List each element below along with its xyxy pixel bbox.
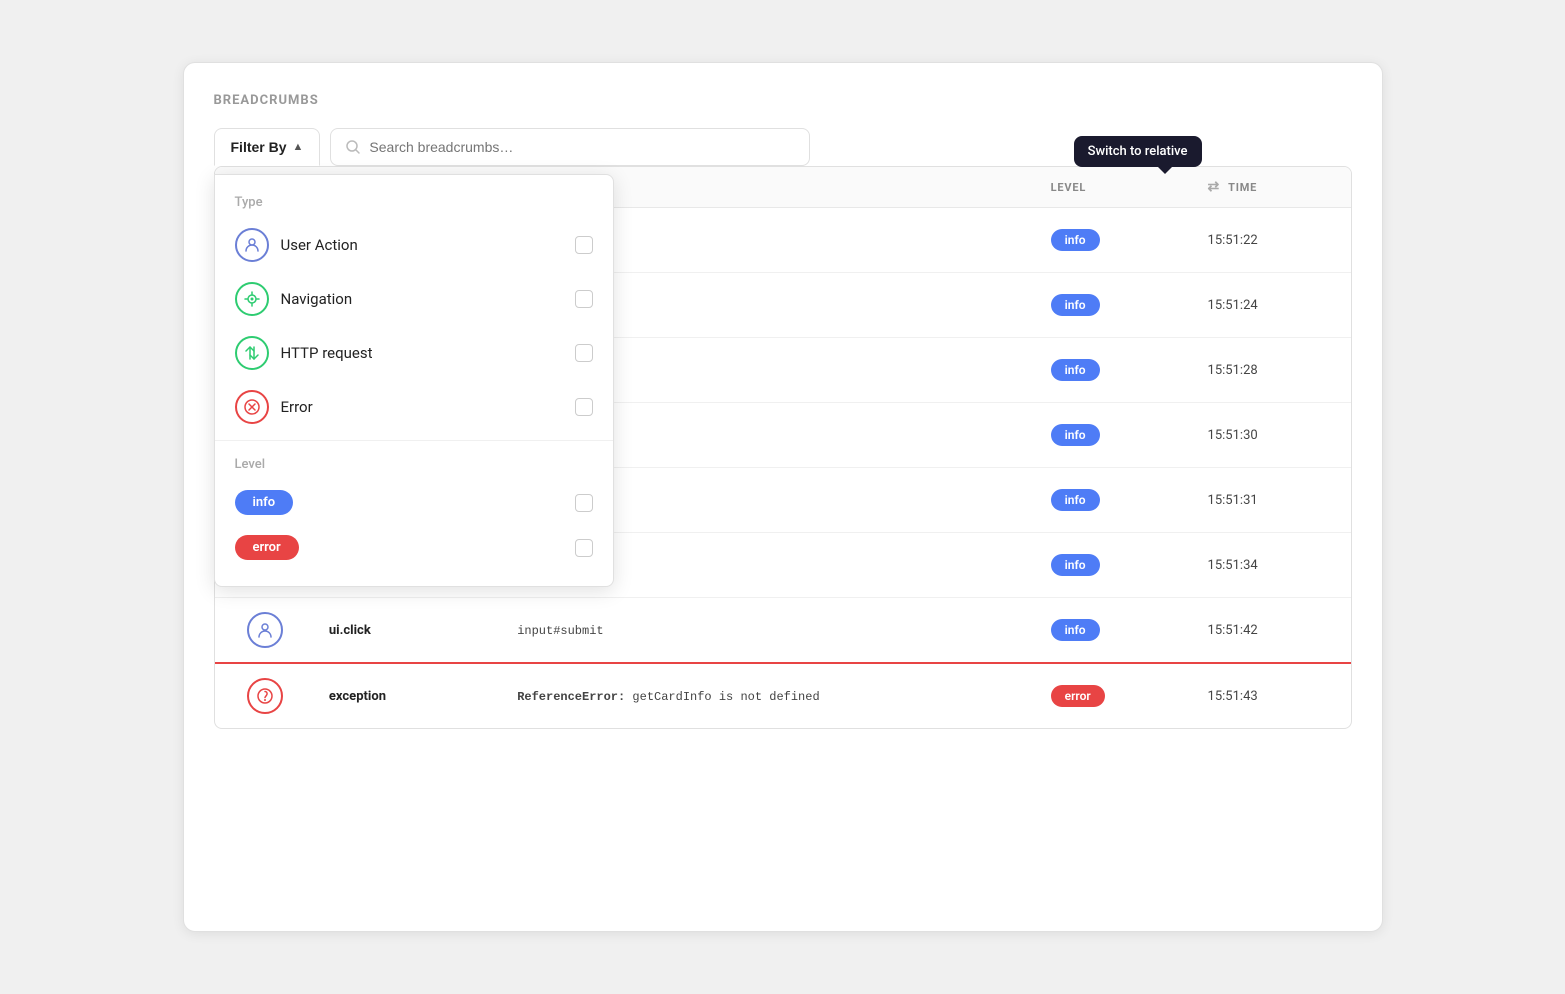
page-title: BREADCRUMBS (214, 93, 1352, 108)
col-header-time: ⇄ TIME (1194, 167, 1351, 208)
error-level-checkbox[interactable] (575, 539, 593, 557)
navigation-icon (235, 282, 269, 316)
level-cell: info (1037, 403, 1194, 468)
type-section-label: Type (215, 185, 613, 218)
filter-item-navigation[interactable]: Navigation (215, 272, 613, 326)
type-cell (215, 598, 315, 664)
http-label: HTTP request (281, 344, 563, 362)
filter-level-info[interactable]: info (215, 480, 613, 525)
level-cell: info (1037, 533, 1194, 598)
toolbar: Filter By ▲ Switch to relative Type (214, 128, 1352, 166)
navigation-label: Navigation (281, 290, 563, 308)
navigation-checkbox[interactable] (575, 290, 593, 308)
main-container: BREADCRUMBS Filter By ▲ Switch to relati… (183, 62, 1383, 932)
status-badge: info (1051, 619, 1100, 641)
table-row: exception ReferenceError: getCardInfo is… (215, 663, 1351, 728)
filter-dropdown: Type User Action (214, 174, 614, 587)
error-type-label: Error (281, 398, 563, 416)
time-cell: 15:51:34 (1194, 533, 1351, 598)
time-cell: 15:51:42 (1194, 598, 1351, 664)
chevron-up-icon: ▲ (293, 141, 304, 153)
search-icon (345, 139, 361, 155)
time-cell: 15:51:31 (1194, 468, 1351, 533)
category-cell: ui.click (315, 598, 503, 664)
level-cell: info (1037, 208, 1194, 273)
category-cell: exception (315, 663, 503, 728)
status-badge: info (1051, 359, 1100, 381)
error-type-checkbox[interactable] (575, 398, 593, 416)
tooltip-text: Switch to relative (1088, 144, 1188, 159)
description-cell: ReferenceError: getCardInfo is not defin… (503, 663, 1036, 728)
status-badge: info (1051, 489, 1100, 511)
time-label: TIME (1228, 181, 1257, 194)
level-cell: info (1037, 468, 1194, 533)
error-type-icon (235, 390, 269, 424)
user-action-label: User Action (281, 236, 563, 254)
status-badge: info (1051, 554, 1100, 576)
filter-item-error[interactable]: Error (215, 380, 613, 434)
status-badge: error (1051, 685, 1105, 707)
time-cell: 15:51:22 (1194, 208, 1351, 273)
user-action-icon (235, 228, 269, 262)
search-box (330, 128, 810, 166)
error-level-badge: error (235, 535, 299, 560)
switch-to-relative-tooltip: Switch to relative (1074, 136, 1202, 167)
level-cell: info (1037, 338, 1194, 403)
exception-type-icon (247, 678, 283, 714)
status-badge: info (1051, 294, 1100, 316)
level-cell: error (1037, 663, 1194, 728)
status-badge: info (1051, 229, 1100, 251)
user-type-icon (247, 612, 283, 648)
time-cell: 15:51:43 (1194, 663, 1351, 728)
search-input[interactable] (369, 139, 795, 155)
level-section-label: Level (215, 447, 613, 480)
filter-level-error[interactable]: error (215, 525, 613, 570)
table-row: ui.click input#submit info 15:51:42 (215, 598, 1351, 664)
user-action-checkbox[interactable] (575, 236, 593, 254)
info-checkbox[interactable] (575, 494, 593, 512)
filter-item-http[interactable]: HTTP request (215, 326, 613, 380)
http-checkbox[interactable] (575, 344, 593, 362)
time-cell: 15:51:30 (1194, 403, 1351, 468)
status-badge: info (1051, 424, 1100, 446)
time-cell: 15:51:24 (1194, 273, 1351, 338)
time-cell: 15:51:28 (1194, 338, 1351, 403)
level-cell: info (1037, 598, 1194, 664)
filter-by-label: Filter By (231, 139, 287, 155)
filter-item-user-action[interactable]: User Action (215, 218, 613, 272)
switch-icon[interactable]: ⇄ (1208, 179, 1221, 195)
dropdown-divider (215, 440, 613, 441)
http-icon (235, 336, 269, 370)
type-cell (215, 663, 315, 728)
filter-by-button[interactable]: Filter By ▲ (214, 128, 321, 166)
info-level-badge: info (235, 490, 294, 515)
description-cell: input#submit (503, 598, 1036, 664)
level-cell: info (1037, 273, 1194, 338)
